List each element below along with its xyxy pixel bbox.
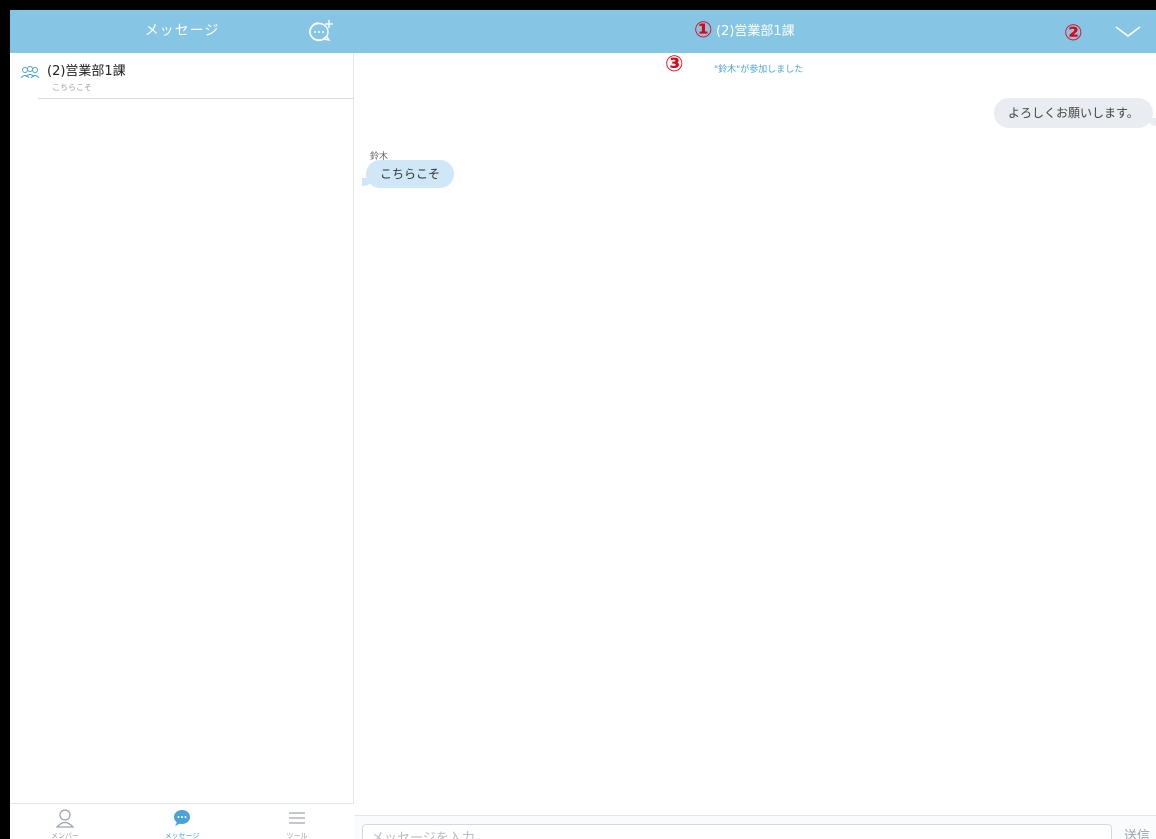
message-composer: 送信 xyxy=(354,815,1156,839)
sidebar-header: メッセージ xyxy=(10,10,354,53)
new-message-button[interactable] xyxy=(306,18,336,46)
new-chat-icon xyxy=(309,20,333,42)
chat-pane: (2)営業部1課 ① ② ③ "鈴木"が参加しました よろしくお願いします。 鈴… xyxy=(354,10,1156,839)
conversation-item[interactable]: (2)営業部1課 こちらこそ xyxy=(10,53,354,99)
chevron-down-icon xyxy=(1115,26,1141,37)
tab-members-label: メンバー xyxy=(51,832,79,839)
message-input[interactable] xyxy=(362,824,1112,839)
system-message: "鈴木"が参加しました xyxy=(714,65,804,75)
person-icon xyxy=(55,809,75,828)
bottom-tab-bar: メンバー メッセージ ツール xyxy=(10,803,354,839)
conversation-preview: こちらこそ xyxy=(52,83,92,92)
chat-header: (2)営業部1課 ① ② xyxy=(354,10,1156,53)
sidebar-title: メッセージ xyxy=(144,23,220,39)
chat-title[interactable]: (2)営業部1課 xyxy=(716,10,795,53)
incoming-message-bubble: こちらこそ xyxy=(361,160,455,188)
annotation-marker-1: ① xyxy=(694,18,713,43)
annotation-marker-2: ② xyxy=(1064,21,1083,46)
chat-bubble-icon xyxy=(174,810,190,826)
app: メッセージ (2)営業部1課 こちらこそ メンバー メッセージ ツール (2)営… xyxy=(10,10,1156,839)
tab-messages[interactable]: メッセージ xyxy=(132,804,232,839)
outgoing-message-bubble: よろしくお願いします。 xyxy=(994,98,1156,128)
tab-messages-label: メッセージ xyxy=(164,832,200,839)
menu-lines-icon xyxy=(289,812,305,824)
divider xyxy=(38,98,354,99)
tab-tools[interactable]: ツール xyxy=(247,804,347,839)
collapse-button[interactable] xyxy=(1114,24,1142,40)
conversation-list-pane: メッセージ (2)営業部1課 こちらこそ メンバー メッセージ ツール xyxy=(10,10,354,839)
window-frame: メッセージ (2)営業部1課 こちらこそ メンバー メッセージ ツール (2)営… xyxy=(0,0,1156,839)
annotation-marker-3: ③ xyxy=(665,52,684,77)
group-icon xyxy=(20,66,40,79)
tab-members[interactable]: メンバー xyxy=(15,804,115,839)
conversation-title: (2)営業部1課 xyxy=(47,64,126,79)
tab-tools-label: ツール xyxy=(286,832,308,839)
send-button[interactable]: 送信 xyxy=(1124,825,1150,839)
